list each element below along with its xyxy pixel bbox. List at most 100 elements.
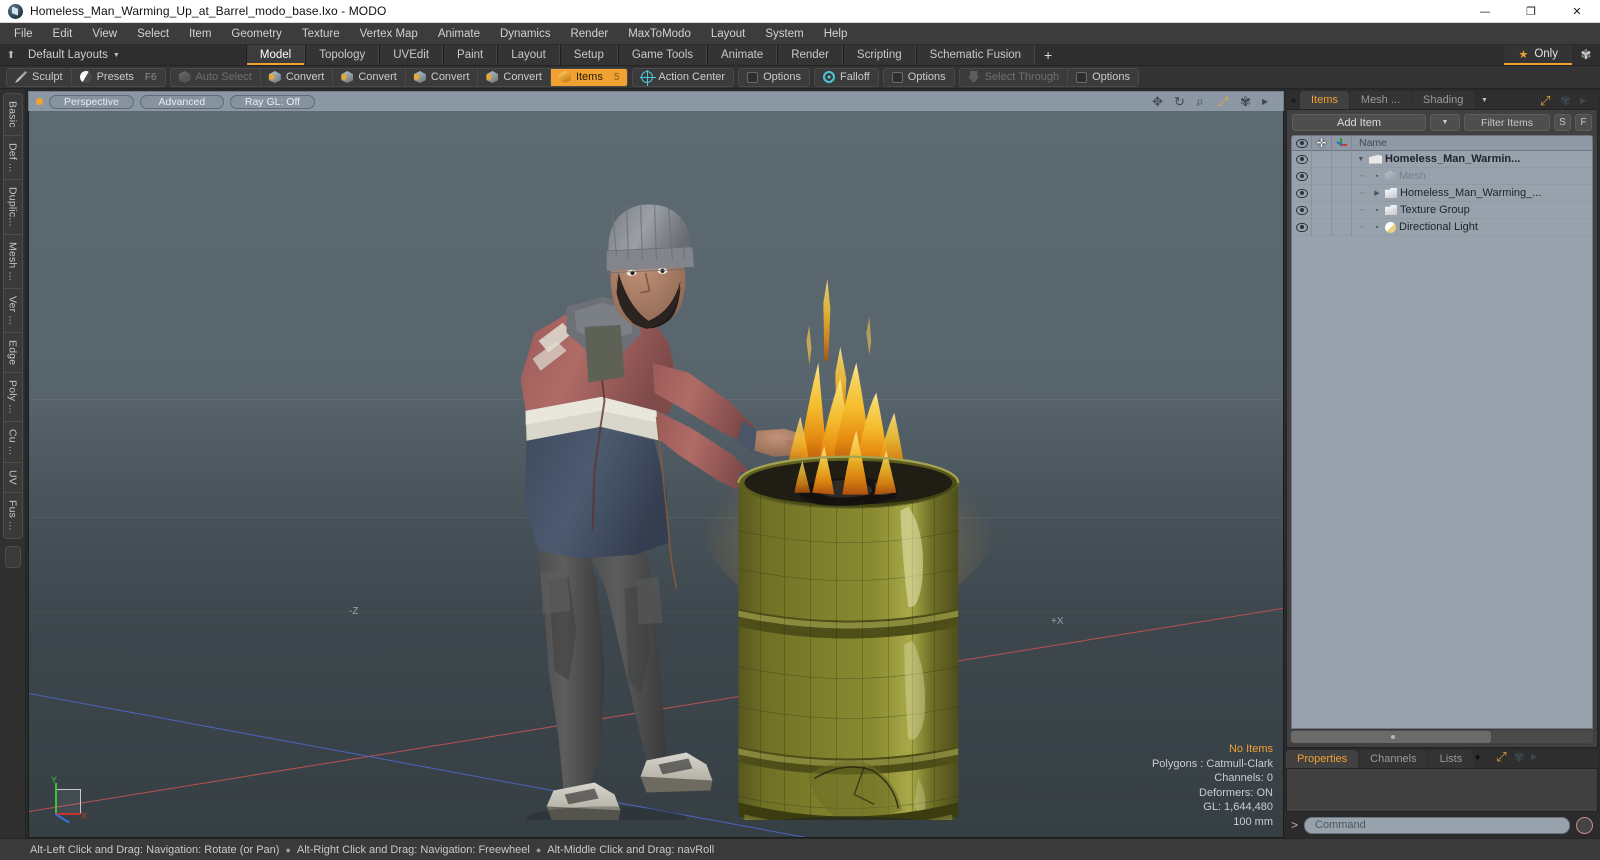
maximize-icon[interactable]	[1218, 95, 1231, 108]
item-tree-list[interactable]: ✛ Name ▼ Homeless_Man_Warmin... ┄ ▪ Mesh ┄ ▶ Ho…	[1291, 135, 1593, 729]
minimize-button[interactable]: —	[1462, 0, 1508, 23]
toolbar-button-presets-01[interactable]: Presets F6	[71, 68, 165, 86]
row-visibility-toggle[interactable]	[1292, 150, 1312, 168]
row-transform-cell[interactable]	[1332, 218, 1352, 236]
close-button[interactable]: ✕	[1554, 0, 1600, 23]
toolbar-button-convert-11[interactable]: Convert	[260, 68, 334, 86]
menu-item-render[interactable]: Render	[560, 23, 618, 45]
viewport-projection-selector[interactable]: Perspective	[49, 94, 134, 109]
gear-icon[interactable]	[1514, 750, 1527, 763]
chevron-down-icon[interactable]: ▼	[1475, 91, 1493, 109]
layout-tab-animate[interactable]: Animate	[707, 45, 778, 65]
gear-icon[interactable]	[1240, 95, 1253, 108]
layout-tab-paint[interactable]: Paint	[443, 45, 498, 65]
row-transform-cell[interactable]	[1332, 167, 1352, 185]
tree-twisty-icon[interactable]: ▼	[1356, 156, 1366, 163]
item-row[interactable]: ┄ ▪ Mesh	[1292, 167, 1592, 185]
menu-item-item[interactable]: Item	[179, 23, 221, 45]
viewport-shading-selector[interactable]: Advanced	[139, 94, 224, 109]
layout-tab-model[interactable]: Model	[245, 45, 306, 65]
left-tab-ver[interactable]: Ver ...	[3, 288, 22, 333]
tree-twisty-icon[interactable]: ▪	[1372, 224, 1382, 231]
row-visibility-toggle[interactable]	[1292, 218, 1312, 236]
row-visibility-toggle[interactable]	[1292, 201, 1312, 219]
layout-tab-uvedit[interactable]: UVEdit	[379, 45, 444, 65]
axis-gizmo[interactable]: Y X	[47, 775, 91, 824]
row-transform-cell[interactable]	[1332, 201, 1352, 219]
only-toggle-button[interactable]: ★ Only	[1504, 45, 1572, 65]
expand-arrow-icon[interactable]	[1262, 95, 1275, 108]
layout-tab-game-tools[interactable]: Game Tools	[617, 45, 707, 65]
row-lock-cell[interactable]	[1312, 184, 1332, 202]
left-tab-duplic[interactable]: Duplic...	[3, 180, 22, 235]
tab-shading[interactable]: Shading	[1412, 91, 1475, 109]
maximize-icon[interactable]	[1496, 750, 1509, 763]
toolbar-button-options-50[interactable]: Options	[883, 68, 954, 86]
add-item-dropdown-icon[interactable]: ▼	[1430, 114, 1460, 131]
row-name-cell[interactable]: ┄ ▶ Homeless_Man_Warming_...	[1352, 185, 1592, 202]
menu-item-edit[interactable]: Edit	[43, 23, 83, 45]
tree-twisty-icon[interactable]: ▪	[1372, 173, 1382, 180]
left-tab-edge[interactable]: Edge	[3, 332, 22, 373]
layout-tab-topology[interactable]: Topology	[305, 45, 380, 65]
toolbar-button-convert-14[interactable]: Convert	[478, 68, 551, 86]
viewport-3d[interactable]: -Z +X Y X No Items Polygons: Catmull-Cl…	[28, 111, 1284, 838]
row-transform-cell[interactable]	[1332, 150, 1352, 168]
tree-twisty-icon[interactable]: ▶	[1372, 189, 1382, 197]
menu-item-file[interactable]: File	[4, 23, 43, 45]
layout-tab-render[interactable]: Render	[777, 45, 843, 65]
row-lock-cell[interactable]	[1312, 150, 1332, 168]
maximize-icon[interactable]	[1540, 94, 1553, 107]
row-lock-cell[interactable]	[1312, 218, 1332, 236]
toolbar-button-action-center-20[interactable]: Action Center	[633, 68, 734, 86]
left-tab-uv[interactable]: UV	[3, 462, 22, 493]
add-layout-tab-button[interactable]: +	[1035, 45, 1061, 65]
add-properties-tab-button[interactable]: +	[1474, 750, 1496, 768]
menu-item-vertex-map[interactable]: Vertex Map	[350, 23, 428, 45]
row-transform-cell[interactable]	[1332, 184, 1352, 202]
row-name-cell[interactable]: ┄ ▪ Texture Group	[1352, 202, 1592, 219]
toolbar-button-options-30[interactable]: Options	[739, 68, 809, 86]
tab-properties[interactable]: Properties	[1286, 750, 1359, 768]
row-name-cell[interactable]: ┄ ▪ Mesh	[1352, 168, 1592, 185]
toolbar-button-convert-13[interactable]: Convert	[405, 68, 479, 86]
menu-item-maxtomodo[interactable]: MaxToModo	[618, 23, 701, 45]
toolbar-button-items-15[interactable]: Items 5	[550, 68, 628, 86]
row-name-cell[interactable]: ┄ ▪ Directional Light	[1352, 219, 1592, 236]
left-tab-basic[interactable]: Basic	[3, 94, 22, 136]
panel-menu-dot[interactable]	[1286, 91, 1300, 109]
left-tab-def[interactable]: Def ...	[3, 135, 22, 181]
item-list-horizontal-scrollbar[interactable]	[1291, 729, 1593, 743]
rotate-icon[interactable]	[1174, 95, 1187, 108]
menu-item-geometry[interactable]: Geometry	[221, 23, 292, 45]
scrollbar-thumb[interactable]	[1291, 730, 1491, 743]
tree-twisty-icon[interactable]: ▪	[1372, 207, 1382, 214]
row-visibility-toggle[interactable]	[1292, 167, 1312, 185]
tab-items[interactable]: Items	[1300, 91, 1349, 109]
item-row[interactable]: ┄ ▶ Homeless_Man_Warming_...	[1292, 184, 1592, 202]
record-icon[interactable]	[1576, 816, 1593, 834]
item-row[interactable]: ┄ ▪ Texture Group	[1292, 201, 1592, 219]
pan-icon[interactable]	[1152, 95, 1165, 108]
toolbar-button-sculpt-00[interactable]: Sculpt	[7, 68, 72, 86]
left-tab-mesh[interactable]: Mesh ...	[3, 234, 22, 289]
layout-tab-scripting[interactable]: Scripting	[842, 45, 916, 65]
left-tab-cu[interactable]: Cu ...	[3, 421, 22, 463]
left-tab-fus[interactable]: Fus ...	[3, 492, 22, 538]
menu-item-select[interactable]: Select	[127, 23, 179, 45]
row-lock-cell[interactable]	[1312, 201, 1332, 219]
expand-arrow-icon[interactable]	[1580, 94, 1593, 107]
menu-item-help[interactable]: Help	[814, 23, 858, 45]
menu-item-layout[interactable]: Layout	[701, 23, 756, 45]
left-tool-extra-tab[interactable]	[4, 545, 21, 568]
viewport-raygl-toggle[interactable]: Ray GL: Off	[229, 94, 316, 109]
tab-lists[interactable]: Lists	[1428, 750, 1474, 768]
row-lock-cell[interactable]	[1312, 167, 1332, 185]
zoom-icon[interactable]	[1196, 95, 1209, 108]
home-icon[interactable]: ⬆	[0, 45, 22, 65]
layout-tab-setup[interactable]: Setup	[559, 45, 618, 65]
toolbar-button-options-61[interactable]: Options	[1068, 68, 1138, 86]
menu-item-texture[interactable]: Texture	[292, 23, 350, 45]
layout-tab-layout[interactable]: Layout	[497, 45, 560, 65]
gear-icon[interactable]: ✾	[1572, 45, 1600, 65]
